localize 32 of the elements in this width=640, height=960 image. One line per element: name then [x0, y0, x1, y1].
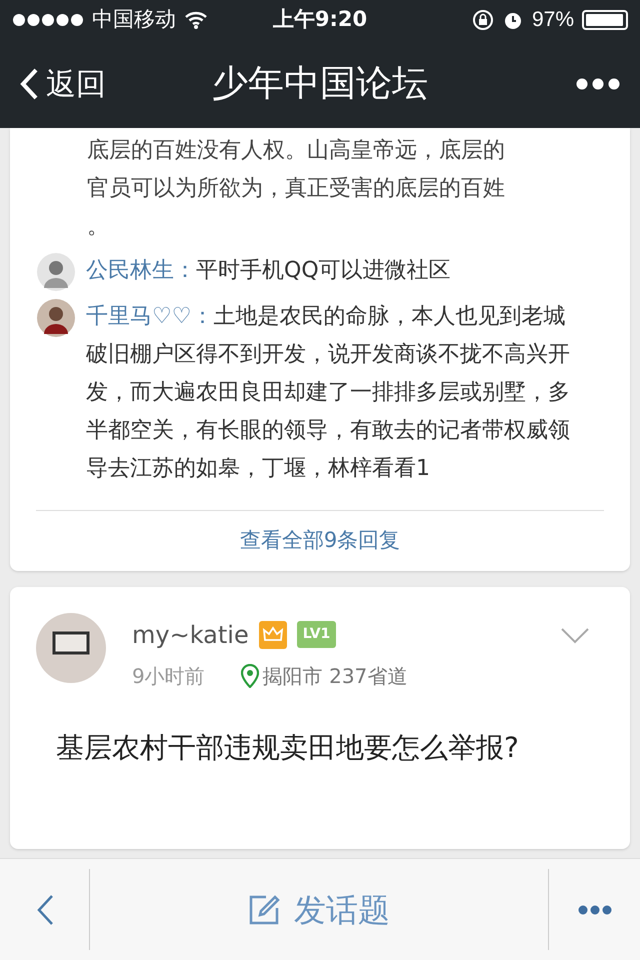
avatar [36, 298, 76, 338]
rotation-lock-icon [472, 9, 494, 31]
battery-icon [582, 10, 628, 30]
page-title: 少年中国论坛 [212, 62, 428, 106]
battery-percent: 97% [532, 7, 574, 34]
avatar [36, 612, 106, 682]
view-all-replies-link[interactable]: 查看全部9条回复 [240, 525, 400, 556]
reply-author[interactable]: 千里马♡♡： [86, 304, 214, 329]
more-icon[interactable] [576, 78, 620, 90]
post-location: 揭阳市 237省道 [262, 662, 408, 690]
comment-text: 。 [87, 213, 110, 241]
reply-text: 公民林生：平时手机QQ可以进微社区 [86, 257, 452, 285]
post-title[interactable]: 基层农村干部违规卖田地要怎么举报? [56, 726, 604, 768]
comment-text: 底层的百姓没有人权。山高皇帝远，底层的 [87, 137, 506, 165]
back-chevron-icon [20, 68, 38, 100]
comment-text: 官员可以为所欲为，真正受害的底层的百姓 [87, 175, 506, 203]
location-pin-icon [240, 664, 259, 688]
reply-text: 千里马♡♡：土地是农民的命脉，本人也见到老城破旧棚户区得不到开发，说开发商谈不拢不高兴开发，而大遍农田良田却建了一排排多层或别墅，多半都空关，有长眼的领导，有敢去的记者带权威领导去江苏的如皋，丁堰，林梓看看1 [86, 303, 571, 483]
post-time: 9小时前 [132, 662, 205, 690]
back-chevron-icon[interactable] [36, 894, 54, 926]
author-name[interactable]: my~katie [132, 616, 249, 652]
carrier-name: 中国移动 [92, 6, 176, 34]
level-badge: LV1 [296, 621, 336, 648]
avatar [36, 252, 76, 292]
wifi-icon [184, 11, 208, 29]
reply-author[interactable]: 公民林生： [86, 258, 196, 283]
edit-icon [248, 894, 280, 926]
signal-icon [12, 13, 84, 27]
compose-topic-button[interactable]: 发话题 [248, 886, 390, 934]
crown-badge-icon [258, 620, 287, 648]
clock-time: 上午9:20 [272, 6, 368, 34]
back-button[interactable]: 返回 [20, 62, 160, 106]
